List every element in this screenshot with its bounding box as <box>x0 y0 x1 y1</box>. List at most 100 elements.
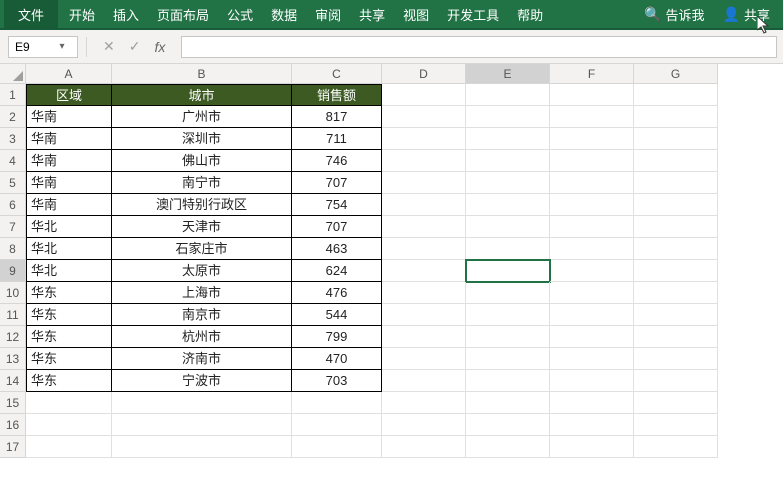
cell-A1[interactable]: 区域 <box>26 84 112 106</box>
cell-B3[interactable]: 深圳市 <box>112 128 292 150</box>
cell-F13[interactable] <box>550 348 634 370</box>
cell-D1[interactable] <box>382 84 466 106</box>
cell-C15[interactable] <box>292 392 382 414</box>
cell-B5[interactable]: 南宁市 <box>112 172 292 194</box>
cell-D16[interactable] <box>382 414 466 436</box>
row-header-17[interactable]: 17 <box>0 436 26 458</box>
cell-B11[interactable]: 南京市 <box>112 304 292 326</box>
row-header-11[interactable]: 11 <box>0 304 26 326</box>
cell-G15[interactable] <box>634 392 718 414</box>
cell-G8[interactable] <box>634 238 718 260</box>
row-header-9[interactable]: 9 <box>0 260 26 282</box>
cell-A15[interactable] <box>26 392 112 414</box>
col-header-C[interactable]: C <box>292 64 382 84</box>
row-header-5[interactable]: 5 <box>0 172 26 194</box>
cell-E3[interactable] <box>466 128 550 150</box>
cell-G11[interactable] <box>634 304 718 326</box>
col-header-B[interactable]: B <box>112 64 292 84</box>
cell-G3[interactable] <box>634 128 718 150</box>
cell-A2[interactable]: 华南 <box>26 106 112 128</box>
cell-E11[interactable] <box>466 304 550 326</box>
cell-D10[interactable] <box>382 282 466 304</box>
col-header-G[interactable]: G <box>634 64 718 84</box>
cell-A9[interactable]: 华北 <box>26 260 112 282</box>
cell-B4[interactable]: 佛山市 <box>112 150 292 172</box>
ribbon-tellme[interactable]: 🔍 告诉我 <box>635 0 713 28</box>
cell-C1[interactable]: 销售额 <box>292 84 382 106</box>
row-header-7[interactable]: 7 <box>0 216 26 238</box>
cell-A13[interactable]: 华东 <box>26 348 112 370</box>
cell-E7[interactable] <box>466 216 550 238</box>
cell-D3[interactable] <box>382 128 466 150</box>
cell-B7[interactable]: 天津市 <box>112 216 292 238</box>
col-header-F[interactable]: F <box>550 64 634 84</box>
cell-F7[interactable] <box>550 216 634 238</box>
cell-E15[interactable] <box>466 392 550 414</box>
cell-E5[interactable] <box>466 172 550 194</box>
ribbon-tab-7[interactable]: 视图 <box>394 0 438 28</box>
cell-E9[interactable] <box>466 260 550 282</box>
cell-C17[interactable] <box>292 436 382 458</box>
row-header-16[interactable]: 16 <box>0 414 26 436</box>
cell-D5[interactable] <box>382 172 466 194</box>
row-header-15[interactable]: 15 <box>0 392 26 414</box>
cell-D15[interactable] <box>382 392 466 414</box>
enter-icon[interactable]: ✓ <box>129 38 141 55</box>
cell-C14[interactable]: 703 <box>292 370 382 392</box>
formula-input[interactable] <box>181 36 777 58</box>
cell-E14[interactable] <box>466 370 550 392</box>
ribbon-tab-4[interactable]: 数据 <box>262 0 306 28</box>
ribbon-tab-8[interactable]: 开发工具 <box>438 0 508 28</box>
cell-G4[interactable] <box>634 150 718 172</box>
cell-D14[interactable] <box>382 370 466 392</box>
cell-B12[interactable]: 杭州市 <box>112 326 292 348</box>
row-header-2[interactable]: 2 <box>0 106 26 128</box>
cell-F8[interactable] <box>550 238 634 260</box>
fx-icon[interactable]: fx <box>154 39 165 55</box>
cell-G6[interactable] <box>634 194 718 216</box>
cell-G9[interactable] <box>634 260 718 282</box>
cell-G12[interactable] <box>634 326 718 348</box>
cell-D8[interactable] <box>382 238 466 260</box>
ribbon-tab-6[interactable]: 共享 <box>350 0 394 28</box>
cell-F10[interactable] <box>550 282 634 304</box>
cell-E12[interactable] <box>466 326 550 348</box>
row-header-6[interactable]: 6 <box>0 194 26 216</box>
col-header-D[interactable]: D <box>382 64 466 84</box>
cell-B10[interactable]: 上海市 <box>112 282 292 304</box>
cell-F3[interactable] <box>550 128 634 150</box>
cell-E8[interactable] <box>466 238 550 260</box>
cell-E4[interactable] <box>466 150 550 172</box>
select-all-triangle[interactable] <box>0 64 26 84</box>
cell-F16[interactable] <box>550 414 634 436</box>
cell-F17[interactable] <box>550 436 634 458</box>
cell-E6[interactable] <box>466 194 550 216</box>
cell-E16[interactable] <box>466 414 550 436</box>
ribbon-tab-3[interactable]: 公式 <box>218 0 262 28</box>
cell-C12[interactable]: 799 <box>292 326 382 348</box>
cell-F15[interactable] <box>550 392 634 414</box>
cell-B9[interactable]: 太原市 <box>112 260 292 282</box>
cell-D7[interactable] <box>382 216 466 238</box>
cell-B1[interactable]: 城市 <box>112 84 292 106</box>
cell-F1[interactable] <box>550 84 634 106</box>
cell-B15[interactable] <box>112 392 292 414</box>
cell-F5[interactable] <box>550 172 634 194</box>
cell-G7[interactable] <box>634 216 718 238</box>
cell-G13[interactable] <box>634 348 718 370</box>
col-header-E[interactable]: E <box>466 64 550 84</box>
cell-E10[interactable] <box>466 282 550 304</box>
cell-C13[interactable]: 470 <box>292 348 382 370</box>
cell-C7[interactable]: 707 <box>292 216 382 238</box>
cell-C11[interactable]: 544 <box>292 304 382 326</box>
cell-E1[interactable] <box>466 84 550 106</box>
cell-C6[interactable]: 754 <box>292 194 382 216</box>
row-header-13[interactable]: 13 <box>0 348 26 370</box>
cell-A10[interactable]: 华东 <box>26 282 112 304</box>
cell-C10[interactable]: 476 <box>292 282 382 304</box>
cell-G16[interactable] <box>634 414 718 436</box>
row-header-3[interactable]: 3 <box>0 128 26 150</box>
cell-B6[interactable]: 澳门特别行政区 <box>112 194 292 216</box>
cell-A5[interactable]: 华南 <box>26 172 112 194</box>
cell-C5[interactable]: 707 <box>292 172 382 194</box>
